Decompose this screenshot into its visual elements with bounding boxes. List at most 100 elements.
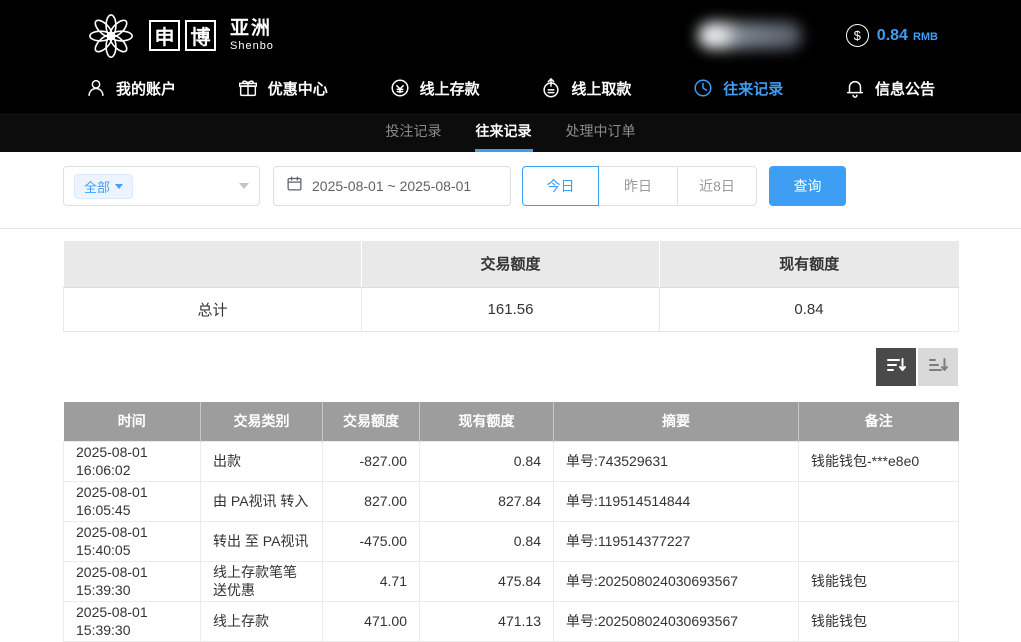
nav-label: 优惠中心 [268,78,328,99]
cell-time: 2025-08-01 15:39:30 [64,562,201,602]
summary-transaction-amount: 161.56 [362,287,660,331]
type-filter-select[interactable]: 全部 [63,166,260,206]
cell-current-balance: 827.84 [420,482,554,522]
today-button[interactable]: 今日 [522,166,599,206]
nav-item-promotions[interactable]: 优惠中心 [237,71,328,105]
cell-current-balance: 0.84 [420,442,554,482]
summary-header-row: 交易额度 现有额度 [64,241,959,287]
cell-transaction-amount: 4.71 [323,562,420,602]
summary-total-label: 总计 [64,287,362,331]
cell-remarks: 钱能钱包-***e8e0 [799,442,959,482]
nav-label: 线上存款 [420,78,480,99]
balance-currency: RMB [913,28,938,43]
nav-label: 信息公告 [875,78,935,99]
tab-betting-records[interactable]: 投注记录 [385,113,443,152]
nav-item-announcements[interactable]: 信息公告 [844,71,935,105]
section-divider [0,228,1021,229]
cell-time: 2025-08-01 15:39:30 [64,602,201,642]
table-row: 2025-08-01 16:05:45 由 PA视讯 转入 827.00 827… [64,482,959,522]
gift-icon [237,77,259,99]
records-table: 时间 交易类别 交易额度 现有额度 摘要 备注 2025-08-01 16:06… [63,402,959,642]
cell-transaction-amount: 827.00 [323,482,420,522]
tab-transaction-records[interactable]: 往来记录 [475,113,533,152]
date-range-input[interactable]: 2025-08-01 ~ 2025-08-01 [273,166,511,206]
cell-transaction-amount: -475.00 [323,522,420,562]
cell-type: 转出 至 PA视讯 [201,522,323,562]
selected-filter-label: 全部 [84,177,110,196]
summary-current-balance: 0.84 [660,287,959,331]
yesterday-button[interactable]: 昨日 [598,166,678,206]
summary-total-row: 总计 161.56 0.84 [64,287,959,331]
cell-time: 2025-08-01 15:40:05 [64,522,201,562]
nav-item-online-deposit[interactable]: 线上存款 [389,71,480,105]
sort-ascending-button[interactable] [918,348,958,386]
cell-summary: 单号:119514514844 [554,482,799,522]
currency-icon: $ [846,24,869,47]
cell-remarks: 钱能钱包 [799,602,959,642]
tab-processing-orders[interactable]: 处理中订单 [565,113,637,152]
site-logo[interactable]: 申 博 亚洲 Shenbo [85,10,274,62]
nav-item-my-account[interactable]: 我的账户 [85,71,176,105]
cell-current-balance: 0.84 [420,522,554,562]
sub-navigation: 投注记录 往来记录 处理中订单 [0,113,1021,152]
cell-type: 线上存款 [201,602,323,642]
table-row: 2025-08-01 15:39:30 线上存款 471.00 471.13 单… [64,602,959,642]
quick-date-button-group: 今日 昨日 近8日 [522,166,757,206]
cell-remarks [799,482,959,522]
sort-controls [63,348,958,386]
withdraw-icon [540,77,562,99]
blurred-username[interactable] [698,22,802,49]
records-icon [692,77,714,99]
column-header-current-balance: 现有额度 [420,402,554,442]
cell-remarks: 钱能钱包 [799,562,959,602]
last-8-days-button[interactable]: 近8日 [677,166,757,206]
cell-type: 由 PA视讯 转入 [201,482,323,522]
calendar-icon [286,175,303,197]
column-header-time: 时间 [64,402,201,442]
announcement-icon [844,77,866,99]
cell-transaction-amount: -827.00 [323,442,420,482]
main-navigation: 我的账户 优惠中心 线上存款 线上取款 [0,71,1021,113]
chevron-down-icon [239,183,249,189]
column-header-summary: 摘要 [554,402,799,442]
records-header-row: 时间 交易类别 交易额度 现有额度 摘要 备注 [64,402,959,442]
cell-summary: 单号:743529631 [554,442,799,482]
sort-ascending-icon [928,355,948,378]
balance-amount: 0.84 [877,27,908,45]
selected-filter-tag[interactable]: 全部 [74,174,133,199]
logo-region-text: 亚洲 [230,19,272,40]
summary-table: 交易额度 现有额度 总计 161.56 0.84 [63,241,959,332]
date-range-value: 2025-08-01 ~ 2025-08-01 [312,178,471,194]
cell-summary: 单号:202508024030693567 [554,562,799,602]
logo-subtitle: Shenbo [230,40,274,52]
user-icon [85,77,107,99]
column-header-type: 交易类别 [201,402,323,442]
nav-label: 线上取款 [571,78,631,99]
cell-type: 线上存款笔笔送优惠 [201,562,323,602]
cell-remarks [799,522,959,562]
flower-logo-icon [85,10,137,62]
table-row: 2025-08-01 15:40:05 转出 至 PA视讯 -475.00 0.… [64,522,959,562]
nav-label: 往来记录 [723,78,783,99]
table-row: 2025-08-01 15:39:30 线上存款笔笔送优惠 4.71 475.8… [64,562,959,602]
search-button[interactable]: 查询 [769,166,846,206]
summary-header-empty [64,241,362,287]
deposit-icon [389,77,411,99]
cell-time: 2025-08-01 16:05:45 [64,482,201,522]
column-header-transaction-amount: 交易额度 [323,402,420,442]
cell-current-balance: 475.84 [420,562,554,602]
summary-header-current-balance: 现有额度 [660,241,959,287]
column-header-remarks: 备注 [799,402,959,442]
sort-descending-button[interactable] [876,348,916,386]
cell-time: 2025-08-01 16:06:02 [64,442,201,482]
cell-current-balance: 471.13 [420,602,554,642]
nav-item-transaction-records[interactable]: 往来记录 [692,71,783,105]
summary-header-transaction-amount: 交易额度 [362,241,660,287]
logo-char-1: 申 [149,20,180,51]
nav-item-online-withdrawal[interactable]: 线上取款 [540,71,631,105]
table-row: 2025-08-01 16:06:02 出款 -827.00 0.84 单号:7… [64,442,959,482]
cell-type: 出款 [201,442,323,482]
logo-brand-characters: 申 博 [149,20,216,51]
top-header: 申 博 亚洲 Shenbo $ 0.84 RMB [0,0,1021,71]
cell-summary: 单号:119514377227 [554,522,799,562]
